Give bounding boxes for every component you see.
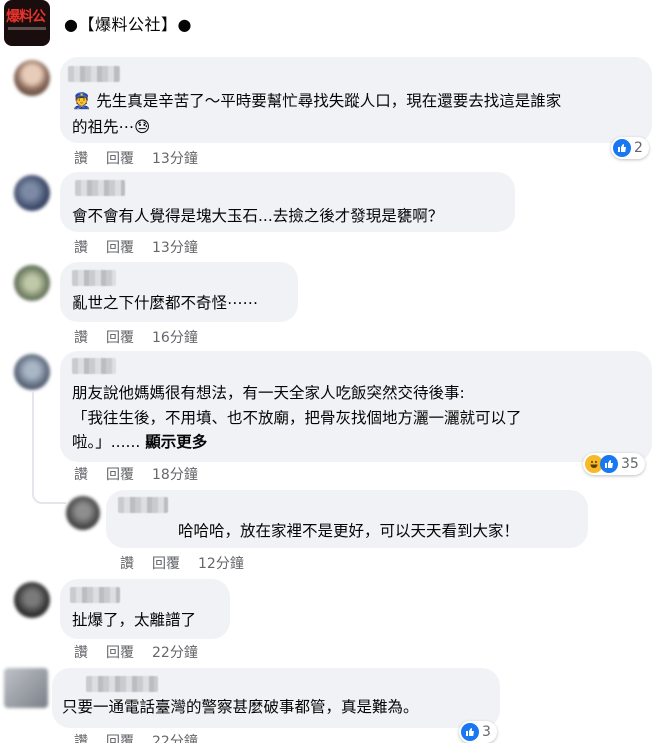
commenter-name[interactable] xyxy=(70,587,120,603)
like-reaction-icon xyxy=(613,139,631,157)
comment-actions: 讚 回覆 13分鐘 xyxy=(74,237,198,257)
commenter-avatar[interactable] xyxy=(4,668,48,708)
commenter-name[interactable] xyxy=(75,180,125,196)
commenter-name[interactable] xyxy=(72,270,116,286)
comment-actions: 讚 回覆 13分鐘 xyxy=(74,148,198,168)
like-link[interactable]: 讚 xyxy=(74,148,88,168)
commenter-avatar[interactable] xyxy=(14,175,50,211)
comment-actions: 讚 回覆 22分鐘 xyxy=(74,642,198,662)
comment-text-line: 亂世之下什麼都不奇怪⋯⋯ xyxy=(72,294,259,312)
comment-text-line: 「我往生後，不用墳、也不放廟，把骨灰找個地方灑一灑就可以了 xyxy=(72,409,522,427)
reply-link[interactable]: 回覆 xyxy=(106,327,134,347)
reply-link[interactable]: 回覆 xyxy=(106,731,134,743)
comment-text-line: 扯爆了，太離譜了 xyxy=(72,611,197,629)
reaction-count: 35 xyxy=(621,456,639,472)
comment-timestamp[interactable]: 16分鐘 xyxy=(152,327,198,347)
like-link[interactable]: 讚 xyxy=(74,731,88,743)
reply-link[interactable]: 回覆 xyxy=(152,553,180,573)
like-link[interactable]: 讚 xyxy=(74,327,88,347)
comment-actions: 讚 回覆 18分鐘 xyxy=(74,464,198,484)
page-logo-text: 爆料公 xyxy=(6,9,46,25)
reaction-count-badge[interactable]: 3 xyxy=(459,721,497,743)
comment-text-line: 會不會有人覺得是塊大玉石...去撿之後才發現是甕啊？ xyxy=(72,207,444,225)
page-logo-decoration xyxy=(8,27,46,30)
commenter-avatar[interactable] xyxy=(14,265,50,301)
comment-text-line: 只要一通電話臺灣的警察甚麼破事都管，真是難為。 xyxy=(62,698,419,716)
comment-timestamp[interactable]: 13分鐘 xyxy=(152,237,198,257)
comment-text-line: 哈哈哈，放在家裡不是更好，可以天天看到大家！ xyxy=(178,522,520,540)
reply-thread-connector xyxy=(32,392,66,504)
page-avatar[interactable]: 爆料公 xyxy=(4,0,50,46)
comment-timestamp[interactable]: 22分鐘 xyxy=(152,731,198,743)
commenter-avatar[interactable] xyxy=(14,582,50,618)
comment-actions: 讚 回覆 16分鐘 xyxy=(74,327,198,347)
comment-text-line: 啦。」...... 顯示更多 xyxy=(72,429,207,455)
comment-timestamp[interactable]: 13分鐘 xyxy=(152,148,198,168)
comment-timestamp[interactable]: 18分鐘 xyxy=(152,464,198,484)
comment-text-tail: 啦。」...... xyxy=(72,433,141,451)
comment-actions: 讚 回覆 22分鐘 xyxy=(74,731,198,743)
like-reaction-icon xyxy=(600,455,618,473)
commenter-name[interactable] xyxy=(118,497,168,513)
see-more-link[interactable]: 顯示更多 xyxy=(145,433,207,451)
like-link[interactable]: 讚 xyxy=(74,642,88,662)
comment-text-line: 👮 先生真是辛苦了～平時要幫忙尋找失蹤人口，現在還要去找這是誰家 xyxy=(72,92,562,110)
reply-link[interactable]: 回覆 xyxy=(106,237,134,257)
reaction-count: 2 xyxy=(634,140,643,156)
comment-timestamp[interactable]: 12分鐘 xyxy=(198,553,244,573)
like-link[interactable]: 讚 xyxy=(74,464,88,484)
commenter-name[interactable] xyxy=(72,358,116,374)
reply-link[interactable]: 回覆 xyxy=(106,464,134,484)
commenter-avatar[interactable] xyxy=(14,60,50,96)
reply-link[interactable]: 回覆 xyxy=(106,148,134,168)
reaction-count: 3 xyxy=(482,724,491,740)
comment-text-line: 朋友說他媽媽很有想法，有一天全家人吃飯突然交待後事: xyxy=(72,384,465,402)
like-reaction-icon xyxy=(461,723,479,741)
comment-text-line: 的祖先⋯😓 xyxy=(72,118,151,136)
commenter-avatar[interactable] xyxy=(66,496,100,530)
like-link[interactable]: 讚 xyxy=(120,553,134,573)
post-header: 爆料公 ●【爆料公社】● xyxy=(0,0,663,52)
page-name[interactable]: ●【爆料公社】● xyxy=(64,11,192,35)
commenter-name[interactable] xyxy=(68,66,120,82)
reaction-count-badge[interactable]: 35 xyxy=(583,453,645,475)
comment-actions: 讚 回覆 12分鐘 xyxy=(120,553,244,573)
reply-link[interactable]: 回覆 xyxy=(106,642,134,662)
commenter-name[interactable] xyxy=(86,676,158,692)
comment-timestamp[interactable]: 22分鐘 xyxy=(152,642,198,662)
commenter-avatar[interactable] xyxy=(14,354,50,390)
reaction-count-badge[interactable]: 2 xyxy=(611,137,649,159)
like-link[interactable]: 讚 xyxy=(74,237,88,257)
